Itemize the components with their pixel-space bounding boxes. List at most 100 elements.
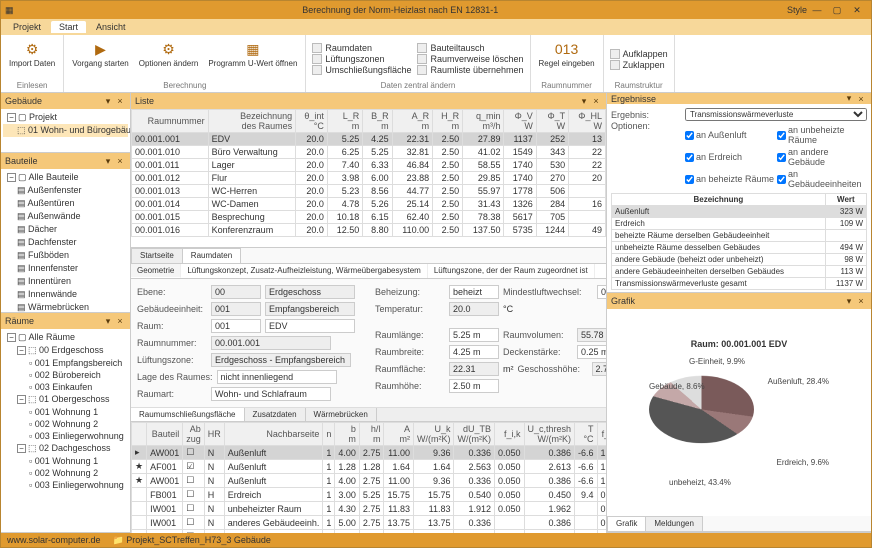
play-icon: ▶ <box>90 39 110 59</box>
window-title: Berechnung der Norm-Heizlast nach EN 128… <box>14 5 787 15</box>
table-row[interactable]: ▸AW001☐NAußenluft14.002.7511.009.360.336… <box>132 446 607 460</box>
table-row[interactable]: 00.001.001EDV20.05.254.2522.312.5027.891… <box>132 133 606 146</box>
subtab[interactable]: Geometrie <box>131 264 181 278</box>
subtab[interactable]: Lüftungszone, der der Raum zugeordnet is… <box>428 264 595 278</box>
geometry-form: Ebene:00Erdgeschoss Gebäudeeinheit:001Em… <box>131 279 606 408</box>
inntab[interactable]: Zusatzdaten <box>245 408 306 421</box>
table-row[interactable]: ★AF001☑NAußenluft11.281.281.641.642.5630… <box>132 460 607 474</box>
tab-startseite[interactable]: Startseite <box>131 248 183 263</box>
tree-node[interactable]: ▤ Innenwände <box>3 288 128 301</box>
table-row[interactable]: 00.001.010Büro Verwaltung20.06.255.2532.… <box>132 146 606 159</box>
tree-node[interactable]: ▤ Innentüren <box>3 275 128 288</box>
zuklappen-button[interactable]: Zuklappen <box>610 60 668 70</box>
titlebar: ▦ Berechnung der Norm-Heizlast nach EN 1… <box>1 1 871 19</box>
tree-node[interactable]: ▤ Außenfenster <box>3 184 128 197</box>
option-check[interactable]: an andere Gebäude <box>777 147 867 167</box>
regel-button[interactable]: 013Regel eingeben <box>537 37 597 81</box>
enclosure-table[interactable]: BauteilAbzugHRNachbarseitenbmh/lmAm²U_kW… <box>131 422 606 533</box>
umschl-button[interactable]: Umschließungsfläche <box>312 65 411 75</box>
list-icon <box>417 65 427 75</box>
grafik-tab[interactable]: Meldungen <box>645 516 703 531</box>
panel-erg-title: Ergebnisse <box>611 94 656 104</box>
bauteile-tree[interactable]: −▢ Alle Bauteile▤ Außenfenster▤ Außentür… <box>1 169 130 312</box>
raeume-tree[interactable]: −▢ Alle Räume−⬚ 00 Erdgeschoss▫ 001 Empf… <box>1 329 130 532</box>
table-row[interactable]: IW001☐Nanderes Gebäudeeinh.15.002.7513.7… <box>132 516 607 530</box>
app-icon: ▦ <box>5 5 14 16</box>
table-row[interactable]: 00.001.014WC-Damen20.04.785.2625.142.503… <box>132 198 606 211</box>
option-check[interactable]: an unbeheizte Räume <box>777 125 867 145</box>
menu-ansicht[interactable]: Ansicht <box>88 21 134 33</box>
panel-raeume-title: Räume <box>5 316 34 326</box>
tree-node[interactable]: ▤ Wärmebrücken <box>3 301 128 312</box>
option-check[interactable]: an beheizte Räume <box>685 169 775 189</box>
tree-node[interactable]: ▤ Dächer <box>3 223 128 236</box>
menu-start[interactable]: Start <box>51 21 86 33</box>
panel-liste-title: Liste <box>135 96 154 106</box>
ribbon: ⚙Import Daten Einlesen ▶Vorgang starten … <box>1 35 871 93</box>
number-icon: 013 <box>557 39 577 59</box>
style-menu[interactable]: Style <box>787 5 807 15</box>
tree-node[interactable]: ▤ Außenwände <box>3 210 128 223</box>
raum-input[interactable]: 001 <box>211 319 261 333</box>
raumdaten-button[interactable]: Raumdaten <box>312 43 411 53</box>
beheizung-select[interactable]: beheizt <box>449 285 499 299</box>
import-button[interactable]: ⚙Import Daten <box>7 37 57 81</box>
menu-projekt[interactable]: Projekt <box>5 21 49 33</box>
table-row[interactable]: 00.001.015Besprechung20.010.186.1562.402… <box>132 211 606 224</box>
liste-table[interactable]: RaumnummerBezeichnungdes Raumesθ_int°CL_… <box>131 109 606 237</box>
vent-icon <box>312 54 322 64</box>
table-row[interactable]: ★AW001☐NAußenluft14.002.7511.009.360.336… <box>132 474 607 488</box>
close-button[interactable]: ✕ <box>847 5 867 16</box>
raumliste-button[interactable]: Raumliste übernehmen <box>417 65 523 75</box>
subtab[interactable]: Lüftungskonzept, Zusatz-Aufheizleistung,… <box>181 264 427 278</box>
import-icon: ⚙ <box>22 39 42 59</box>
tree-node[interactable]: ▤ Fußböden <box>3 249 128 262</box>
vorgang-button[interactable]: ▶Vorgang starten <box>70 37 130 81</box>
bauteil-button[interactable]: Bauteiltausch <box>417 43 523 53</box>
inntab[interactable]: Wärmebrücken <box>306 408 377 421</box>
lueftung-button[interactable]: Lüftungszonen <box>312 54 411 64</box>
tree-node[interactable]: ▤ Innenfenster <box>3 262 128 275</box>
ergebnis-select[interactable]: Transmissionswärmeverluste <box>685 108 867 121</box>
status-url[interactable]: www.solar-computer.de <box>7 535 101 545</box>
expand-icon <box>610 49 620 59</box>
aufklappen-button[interactable]: Aufklappen <box>610 49 668 59</box>
panel-grafik-title: Grafik <box>611 296 635 306</box>
menubar: Projekt Start Ansicht <box>1 19 871 35</box>
table-row[interactable]: IW001☐Nunbeheizter Raum14.302.7511.8311.… <box>132 502 607 516</box>
panel-gebaeude-title: Gebäude <box>5 96 42 106</box>
min-button[interactable]: — <box>807 5 827 15</box>
pie-chart: Raum: 00.001.001 EDV Außenluft, 28.4% Er… <box>607 309 871 516</box>
uwert-button[interactable]: ▦Programm U-Wert öffnen <box>206 37 299 81</box>
option-check[interactable]: an Außenluft <box>685 125 775 145</box>
tree-node[interactable]: ▤ Dachfenster <box>3 236 128 249</box>
inntab[interactable]: Raumumschließungsfläche <box>131 408 245 421</box>
tree-node[interactable]: ▤ Außentüren <box>3 197 128 210</box>
gebaeude-tree[interactable]: −▢ Projekt ⬚ 01 Wohn- und Bürogebäude <box>1 109 130 152</box>
table-row[interactable]: 00.001.012Flur20.03.986.0023.882.5029.85… <box>132 172 606 185</box>
option-check[interactable]: an Erdreich <box>685 147 775 167</box>
max-button[interactable]: ▢ <box>827 5 847 16</box>
grafik-tab[interactable]: Grafik <box>607 516 646 531</box>
gear-icon: ⚙ <box>159 39 179 59</box>
tree-selected: ⬚ 01 Wohn- und Bürogebäude <box>3 124 128 137</box>
table-row[interactable]: FB001☐HErdreich13.005.2515.7515.750.5400… <box>132 488 607 502</box>
lage-select[interactable]: nicht innenliegend <box>217 370 337 384</box>
statusbar: www.solar-computer.de 📁 Projekt_SCTreffe… <box>1 533 871 547</box>
option-check[interactable]: an Gebäudeeinheiten <box>777 169 867 189</box>
table-row[interactable]: 00.001.013WC-Herren20.05.238.5644.772.50… <box>132 185 606 198</box>
close-icon[interactable]: × <box>114 96 126 106</box>
collapse-icon <box>610 60 620 70</box>
raumverw-button[interactable]: Raumverweise löschen <box>417 54 523 64</box>
room-icon <box>312 43 322 53</box>
panel-bauteile-title: Bauteile <box>5 156 38 166</box>
raumart-select[interactable]: Wohn- und Schlafraum <box>211 387 331 401</box>
swap-icon <box>417 43 427 53</box>
table-row[interactable]: 00.001.011Lager20.07.406.3346.842.5058.5… <box>132 159 606 172</box>
table-row[interactable]: 00.001.016Konferenzraum20.012.508.80110.… <box>132 224 606 237</box>
result-table: BezeichnungWertAußenluft323 WErdreich109… <box>611 193 867 290</box>
program-icon: ▦ <box>243 39 263 59</box>
optionen-button[interactable]: ⚙Optionen ändern <box>137 37 201 81</box>
tab-raumdaten[interactable]: Raumdaten <box>182 248 241 263</box>
pin-icon[interactable]: ▾ <box>102 96 114 107</box>
